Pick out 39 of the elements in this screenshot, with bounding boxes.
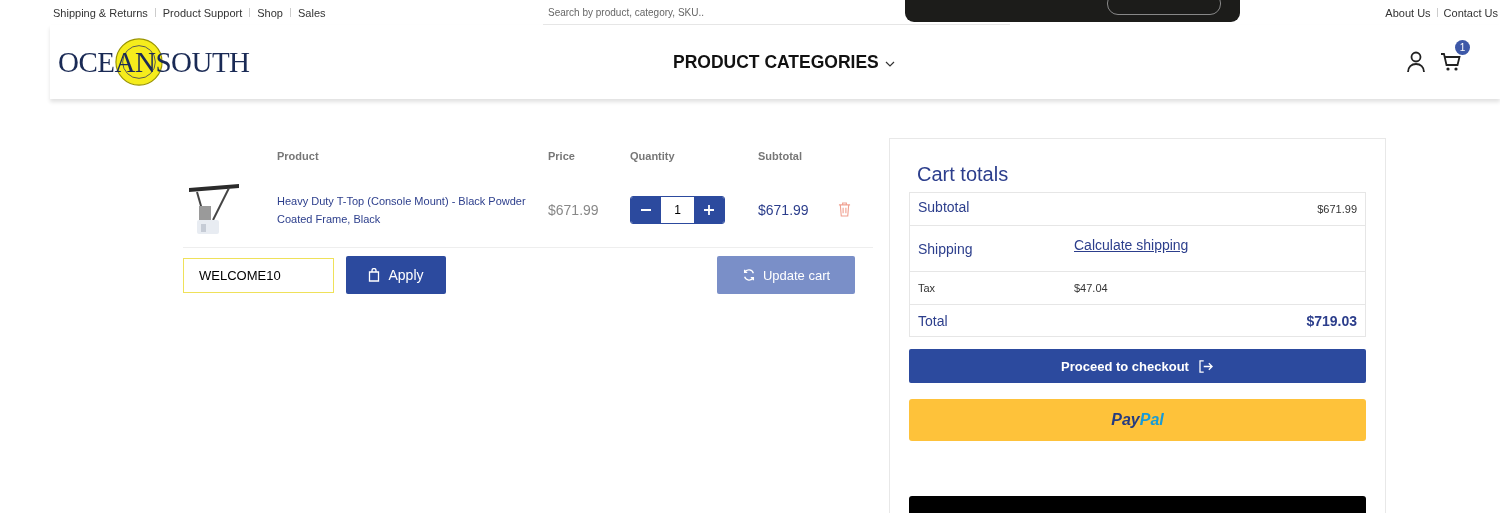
top-link[interactable]: About Us [1385, 6, 1431, 19]
row-value: $47.04 [1074, 282, 1109, 294]
row-value: $719.03 [1306, 312, 1357, 329]
plus-icon [703, 203, 715, 216]
row-label: Shipping [918, 240, 974, 257]
cart-totals-title: Cart totals [917, 163, 1010, 186]
quantity-stepper[interactable]: 1 [630, 195, 725, 224]
decrease-button[interactable] [631, 196, 661, 223]
row-label: Subtotal [918, 199, 971, 215]
row-value: $671.99 [1317, 203, 1357, 215]
bag-icon [368, 268, 381, 282]
chevron-down-icon [884, 61, 895, 67]
column-header: Subtotal [758, 149, 803, 162]
column-header: Product [277, 149, 320, 162]
top-link[interactable]: Product Support [162, 6, 243, 19]
paypal-button[interactable]: PayPal [909, 399, 1366, 441]
top-link[interactable]: Contact Us [1443, 6, 1498, 19]
cart-count-badge: 1 [1455, 40, 1470, 55]
paypal-logo: PayPal [1111, 411, 1164, 429]
column-header: Quantity [630, 149, 676, 162]
calculate-shipping-link[interactable]: Calculate shipping [1074, 236, 1357, 253]
nav-menu[interactable]: PRODUCT CATEGORIES [673, 51, 895, 73]
apply-button[interactable]: Apply [346, 256, 446, 294]
subtotal-text: $671.99 [758, 201, 810, 218]
top-link[interactable]: Shop [257, 6, 283, 19]
row-label: Total [918, 312, 949, 329]
exit-arrow-icon [1198, 359, 1214, 373]
product-link[interactable]: Heavy Duty T-Top (Console Mount) - Black Powder Coated Frame, Black [277, 191, 548, 228]
checkout-button[interactable]: Proceed to checkout [909, 349, 1366, 383]
refresh-icon [741, 268, 756, 282]
cart-icon[interactable] [1440, 52, 1462, 72]
row-label: Tax [918, 282, 937, 294]
increase-button[interactable] [694, 196, 724, 223]
coupon-field[interactable]: WELCOME10 [183, 257, 334, 293]
top-link[interactable]: Shipping & Returns [53, 6, 148, 19]
user-icon[interactable] [1406, 51, 1426, 73]
column-header: Price [548, 149, 576, 162]
top-link[interactable]: Sales [298, 6, 326, 19]
price-text: $671.99 [548, 201, 600, 218]
